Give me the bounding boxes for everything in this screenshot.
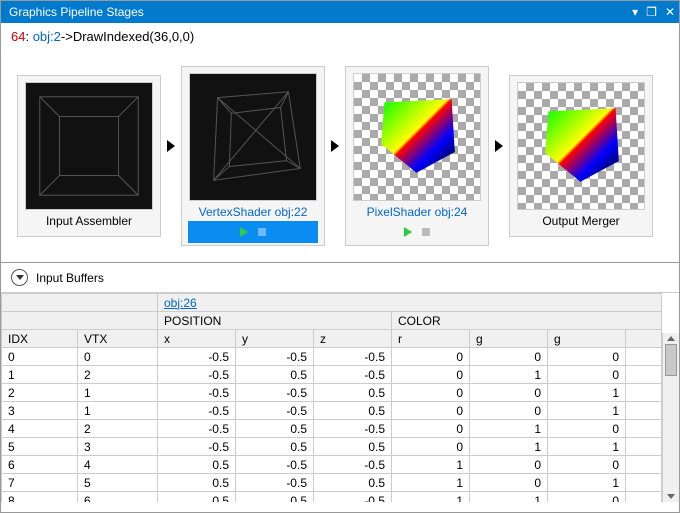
col-g[interactable]: g (470, 330, 548, 348)
titlebar: Graphics Pipeline Stages ▾ ❐ ✕ (1, 1, 679, 23)
table-row[interactable]: 00-0.5-0.5-0.5000 (2, 348, 662, 366)
stage-arrow-icon (167, 140, 175, 152)
collapse-toggle-icon[interactable] (11, 269, 28, 286)
drawcall-crumb: 64: obj:2->DrawIndexed(36,0,0) (1, 23, 679, 50)
vertex-table-wrap: obj:26 POSITION COLOR IDX VTX x y z r g … (1, 292, 679, 502)
vertical-scrollbar[interactable] (662, 333, 679, 502)
window-close-icon[interactable]: ✕ (665, 6, 675, 18)
group-position: POSITION (158, 312, 392, 330)
stage-controls (352, 221, 482, 243)
col-r[interactable]: r (392, 330, 470, 348)
table-row[interactable]: 640.5-0.5-0.5100 (2, 456, 662, 474)
col-vtx[interactable]: VTX (78, 330, 158, 348)
call-text: ->DrawIndexed(36,0,0) (61, 29, 194, 44)
window-menu-icon[interactable]: ▾ (632, 6, 638, 18)
pipeline-stage[interactable]: VertexShader obj:22 (181, 66, 325, 246)
play-icon[interactable] (240, 227, 248, 237)
scroll-thumb[interactable] (665, 344, 677, 376)
chevron-down-icon (16, 275, 24, 280)
play-icon[interactable] (404, 227, 412, 237)
stage-label: Output Merger (516, 210, 646, 230)
section-title: Input Buffers (36, 271, 104, 285)
stage-label[interactable]: VertexShader obj:22 (188, 201, 318, 221)
col-b[interactable]: g (548, 330, 626, 348)
pipeline-stage[interactable]: PixelShader obj:24 (345, 66, 489, 246)
input-buffers-header[interactable]: Input Buffers (1, 262, 679, 292)
table-row[interactable]: 42-0.50.5-0.5010 (2, 420, 662, 438)
table-row[interactable]: 860.50.5-0.5110 (2, 492, 662, 503)
table-row[interactable]: 31-0.5-0.50.5001 (2, 402, 662, 420)
stop-icon[interactable] (422, 228, 430, 236)
stage-thumbnail[interactable] (189, 73, 317, 201)
vertex-table: obj:26 POSITION COLOR IDX VTX x y z r g … (1, 293, 662, 502)
stage-label[interactable]: PixelShader obj:24 (352, 201, 482, 221)
buffer-row: obj:26 (2, 294, 662, 312)
table-row[interactable]: 12-0.50.5-0.5010 (2, 366, 662, 384)
group-color: COLOR (392, 312, 662, 330)
stage-arrow-icon (495, 140, 503, 152)
stop-icon[interactable] (258, 228, 266, 236)
stage-thumbnail[interactable] (353, 73, 481, 201)
scroll-up-icon[interactable] (667, 336, 675, 341)
stage-arrow-icon (331, 140, 339, 152)
object-link[interactable]: obj:2 (33, 29, 61, 44)
window-restore-icon[interactable]: ❐ (646, 6, 657, 18)
event-id: 64 (11, 29, 25, 44)
col-x[interactable]: x (158, 330, 236, 348)
stage-controls (188, 221, 318, 243)
col-z[interactable]: z (314, 330, 392, 348)
table-row[interactable]: 21-0.5-0.50.5001 (2, 384, 662, 402)
col-y[interactable]: y (236, 330, 314, 348)
column-row: IDX VTX x y z r g g (2, 330, 662, 348)
pipeline-stage[interactable]: Output Merger (509, 75, 653, 237)
table-row[interactable]: 53-0.50.50.5011 (2, 438, 662, 456)
group-row: POSITION COLOR (2, 312, 662, 330)
stage-thumbnail[interactable] (517, 82, 645, 210)
buffer-link[interactable]: obj:26 (164, 296, 197, 310)
stage-label: Input Assembler (24, 210, 154, 230)
window-title: Graphics Pipeline Stages (9, 5, 632, 19)
table-row[interactable]: 750.5-0.50.5101 (2, 474, 662, 492)
col-idx[interactable]: IDX (2, 330, 78, 348)
stage-thumbnail[interactable] (25, 82, 153, 210)
scroll-down-icon[interactable] (667, 494, 675, 499)
pipeline-stages: Input Assembler VertexShader obj:22 Pixe… (1, 50, 679, 250)
pipeline-stage[interactable]: Input Assembler (17, 75, 161, 237)
